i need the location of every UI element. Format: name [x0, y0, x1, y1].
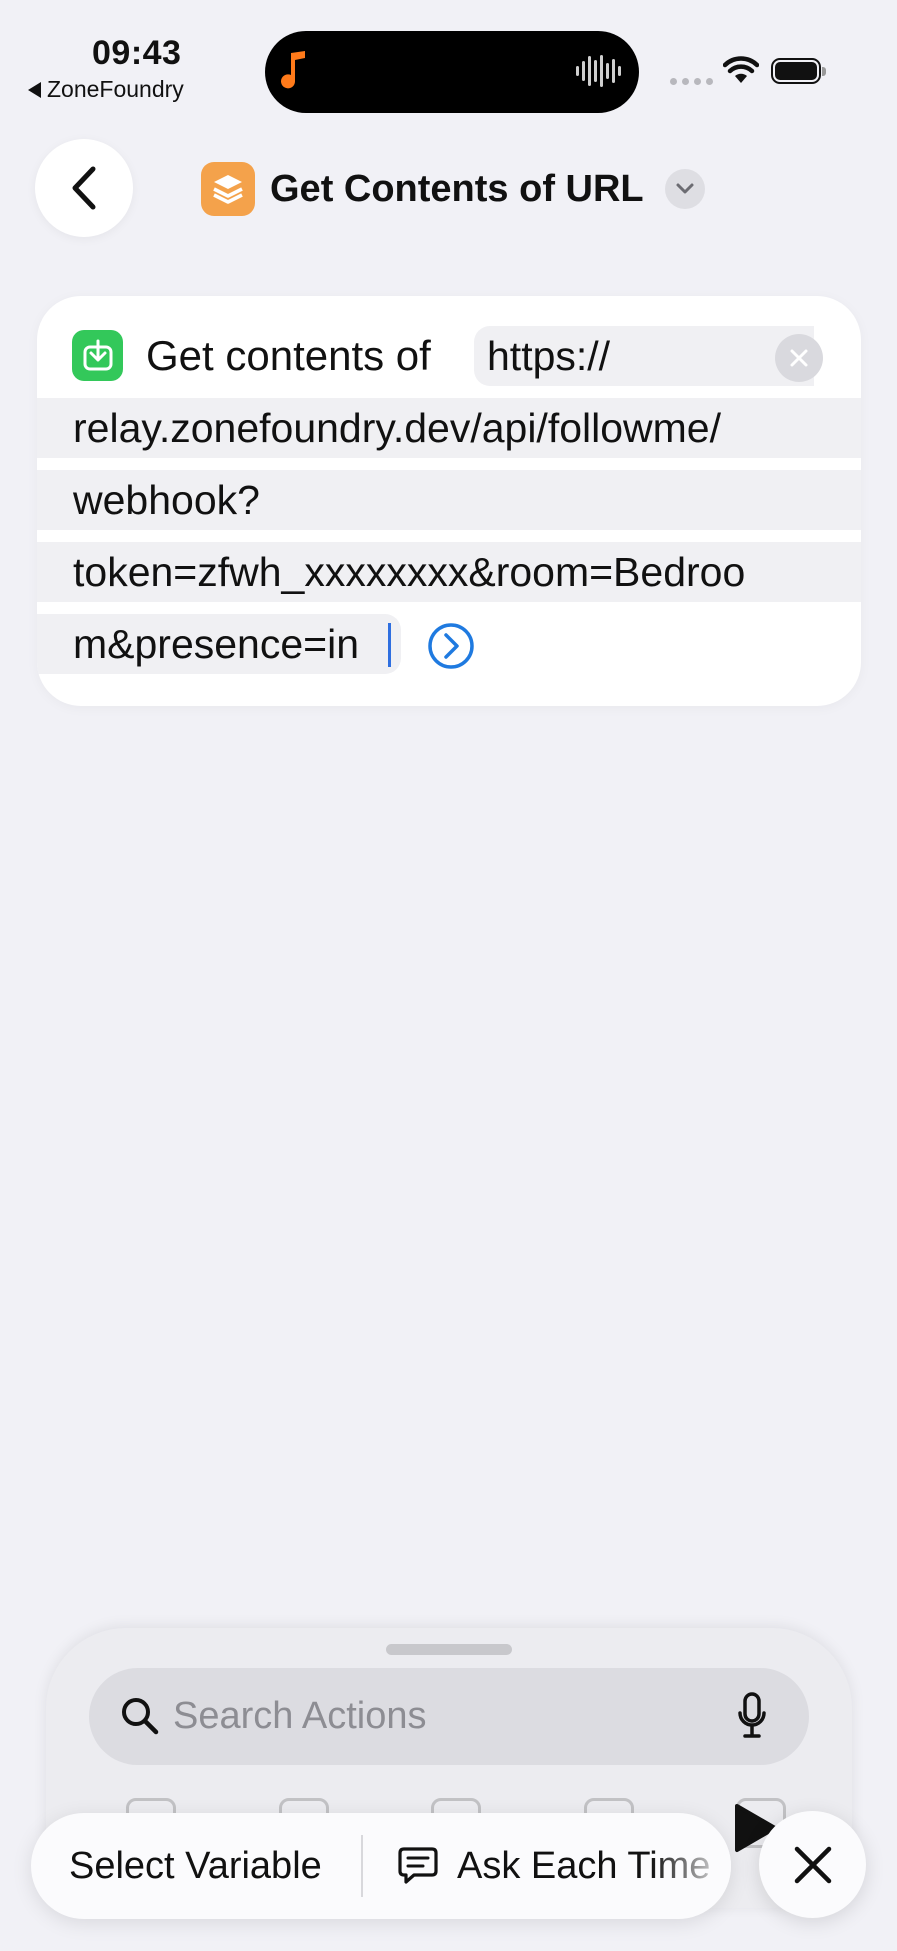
battery-icon — [771, 58, 826, 84]
microphone-icon[interactable] — [737, 1692, 767, 1740]
variable-pill: Select Variable Ask Each Time — [31, 1813, 731, 1919]
action-card[interactable]: Get contents of https:// relay.zonefound… — [37, 296, 861, 706]
text-cursor — [388, 623, 391, 667]
close-button[interactable] — [759, 1811, 866, 1918]
waveform-icon — [576, 55, 621, 87]
status-time: 09:43 — [92, 34, 182, 72]
search-icon — [122, 1698, 159, 1735]
speech-bubble-icon — [398, 1847, 438, 1884]
action-label: Get contents of — [146, 332, 431, 379]
download-icon — [72, 330, 123, 381]
back-chevron-icon — [72, 166, 96, 210]
url-field-line[interactable]: m&presence=in — [73, 614, 359, 674]
url-field-line[interactable]: https:// — [487, 326, 610, 386]
wifi-icon — [723, 56, 759, 83]
page-title: Get Contents of URL — [270, 167, 644, 210]
chevron-down-icon[interactable] — [664, 169, 705, 209]
cellular-signal-icon — [670, 78, 713, 85]
url-field-line[interactable]: relay.zonefoundry.dev/api/followme/ — [73, 398, 721, 458]
status-back-app-label: ZoneFoundry — [47, 76, 184, 102]
go-arrow-icon[interactable] — [427, 622, 475, 670]
pill-divider — [361, 1835, 363, 1897]
pill-fade — [651, 1813, 731, 1919]
url-field-line[interactable]: token=zfwh_xxxxxxxx&room=Bedroo — [73, 542, 745, 602]
sheet-grabber[interactable] — [386, 1644, 512, 1655]
url-field-line[interactable]: webhook? — [73, 470, 260, 530]
dynamic-island[interactable] — [265, 31, 639, 113]
select-variable-button[interactable]: Select Variable — [69, 1813, 322, 1919]
search-bar[interactable] — [89, 1668, 809, 1765]
back-button[interactable] — [35, 139, 133, 237]
search-input[interactable] — [173, 1668, 733, 1765]
clear-icon[interactable] — [775, 334, 823, 382]
back-triangle-icon — [28, 81, 41, 98]
music-note-icon — [281, 51, 305, 89]
status-back-to-app[interactable]: ZoneFoundry — [28, 76, 184, 103]
shortcut-layers-icon — [201, 162, 255, 216]
close-icon — [794, 1846, 831, 1883]
shortcut-title-menu[interactable]: Get Contents of URL — [201, 162, 705, 216]
